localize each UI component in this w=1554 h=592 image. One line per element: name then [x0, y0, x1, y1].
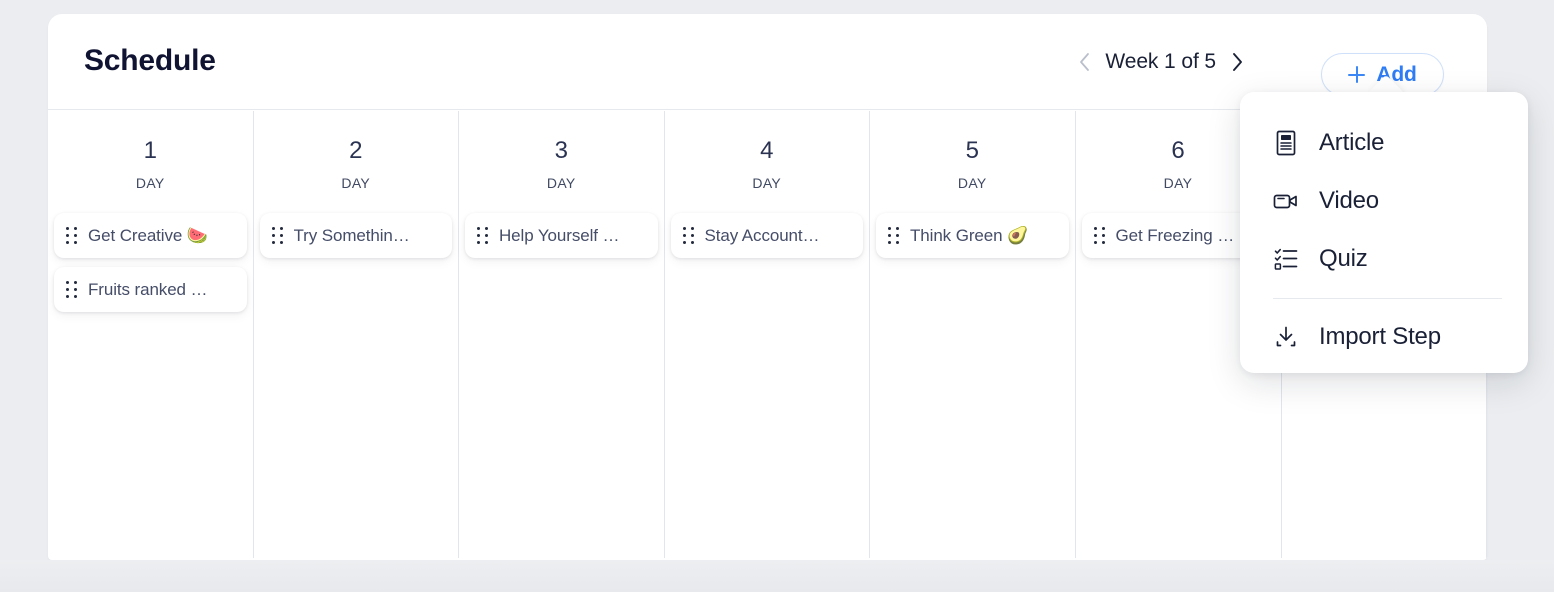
quiz-icon	[1273, 246, 1299, 272]
chevron-right-icon[interactable]	[1230, 51, 1244, 73]
drag-handle-icon[interactable]	[1094, 227, 1105, 244]
drag-handle-icon[interactable]	[66, 227, 77, 244]
day-number: 4	[665, 139, 870, 163]
day-number: 1	[48, 139, 253, 163]
step-card[interactable]: Stay Account…	[671, 213, 864, 258]
video-icon	[1273, 188, 1299, 214]
step-list: Get Creative 🍉 Fruits ranked …	[48, 213, 253, 312]
day-column-1: 1 DAY Get Creative 🍉 Fruits ranked …	[48, 111, 254, 558]
day-column-3: 3 DAY Help Yourself …	[459, 111, 665, 558]
step-title: Try Somethin…	[294, 213, 410, 258]
add-menu: Article Video Quiz	[1240, 92, 1528, 373]
drag-handle-icon[interactable]	[272, 227, 283, 244]
week-navigation: Week 1 of 5	[1077, 44, 1244, 80]
page-bottom-gradient	[0, 560, 1554, 592]
chevron-left-icon[interactable]	[1077, 51, 1091, 73]
week-label: Week 1 of 5	[1105, 50, 1216, 74]
step-card[interactable]: Try Somethin…	[260, 213, 453, 258]
step-card[interactable]: Think Green 🥑	[876, 213, 1069, 258]
step-list: Stay Account…	[665, 213, 870, 258]
menu-item-video[interactable]: Video	[1240, 172, 1528, 230]
day-label: DAY	[459, 175, 664, 191]
day-label: DAY	[870, 175, 1075, 191]
day-number: 2	[254, 139, 459, 163]
plus-icon	[1348, 66, 1365, 83]
menu-item-quiz[interactable]: Quiz	[1240, 230, 1528, 288]
menu-item-import-step[interactable]: Import Step	[1240, 308, 1528, 366]
drag-handle-icon[interactable]	[477, 227, 488, 244]
day-label: DAY	[665, 175, 870, 191]
day-number: 5	[870, 139, 1075, 163]
app-root: Schedule Week 1 of 5 Add	[0, 0, 1554, 592]
day-column-2: 2 DAY Try Somethin…	[254, 111, 460, 558]
import-icon	[1273, 324, 1299, 350]
menu-item-label: Quiz	[1319, 245, 1368, 273]
step-list: Think Green 🥑	[870, 213, 1075, 258]
drag-handle-icon[interactable]	[683, 227, 694, 244]
day-label: DAY	[254, 175, 459, 191]
step-title: Stay Account…	[705, 213, 820, 258]
step-title: Get Freezing …	[1116, 213, 1235, 258]
menu-item-label: Video	[1319, 187, 1379, 215]
article-icon	[1273, 130, 1299, 156]
day-label: DAY	[48, 175, 253, 191]
menu-item-article[interactable]: Article	[1240, 114, 1528, 172]
step-title: Get Creative 🍉	[88, 213, 208, 258]
menu-item-label: Import Step	[1319, 323, 1441, 351]
step-title: Help Yourself …	[499, 213, 619, 258]
page-title: Schedule	[84, 44, 216, 78]
step-card[interactable]: Help Yourself …	[465, 213, 658, 258]
step-card[interactable]: Get Creative 🍉	[54, 213, 247, 258]
drag-handle-icon[interactable]	[888, 227, 899, 244]
day-number: 3	[459, 139, 664, 163]
drag-handle-icon[interactable]	[66, 281, 77, 298]
step-list: Help Yourself …	[459, 213, 664, 258]
menu-item-label: Article	[1319, 129, 1384, 157]
step-title: Think Green 🥑	[910, 213, 1028, 258]
menu-divider	[1273, 298, 1502, 299]
step-card[interactable]: Fruits ranked …	[54, 267, 247, 312]
step-title: Fruits ranked …	[88, 267, 207, 312]
day-column-5: 5 DAY Think Green 🥑	[870, 111, 1076, 558]
step-list: Try Somethin…	[254, 213, 459, 258]
day-column-4: 4 DAY Stay Account…	[665, 111, 871, 558]
